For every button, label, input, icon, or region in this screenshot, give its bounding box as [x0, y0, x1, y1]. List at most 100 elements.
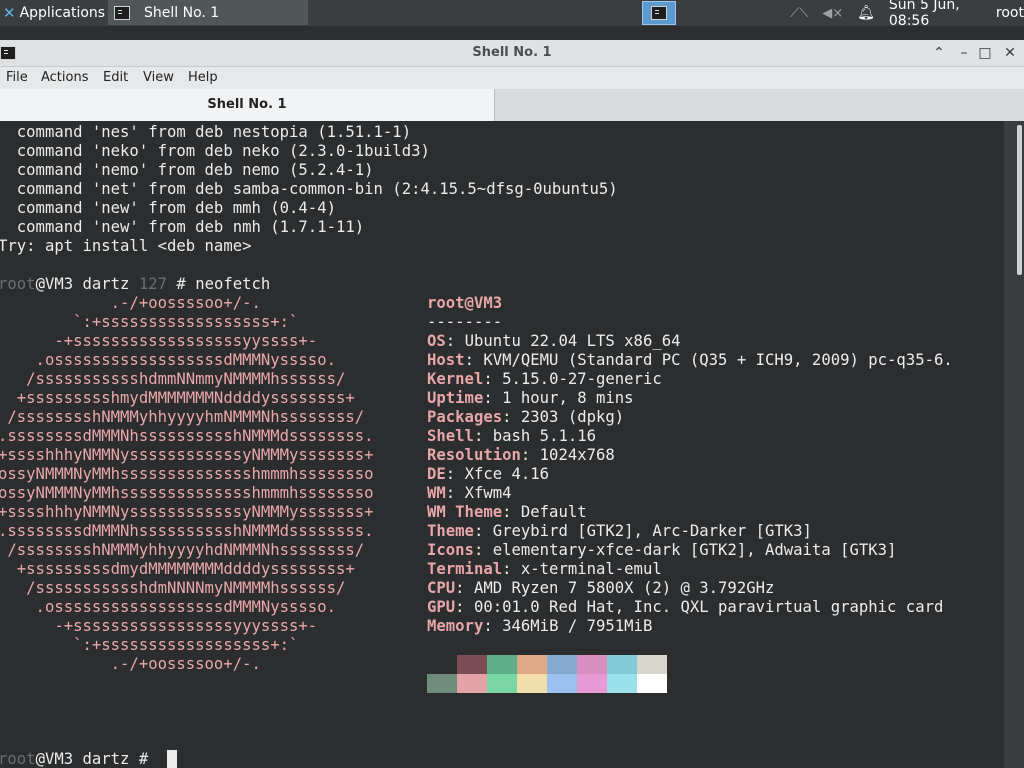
info-colon: : — [473, 522, 493, 540]
palette-swatch — [457, 674, 487, 693]
info-row: Host: KVM/QEMU (Standard PC (Q35 + ICH9,… — [427, 351, 953, 370]
info-colon: : — [483, 389, 503, 407]
neofetch-logo-line: +sssssssssdmydMMMMMMMMddddyssssssss+ — [0, 560, 355, 578]
clock[interactable]: Sun 5 Jun, 08:56 — [889, 0, 984, 29]
info-value: x-terminal-emul — [520, 560, 662, 578]
info-key: Resolution — [427, 446, 521, 464]
neofetch-logo-line: .-/+oossssoo+/-. — [0, 655, 261, 673]
applications-label: Applications — [19, 5, 106, 21]
terminal-line: command 'nes' from deb nestopia (1.51.1-… — [0, 123, 412, 141]
terminal-scrollbar[interactable] — [1004, 121, 1024, 768]
info-key: WM Theme — [427, 503, 503, 521]
info-key: Icons — [427, 541, 474, 559]
menu-view[interactable]: View — [143, 70, 174, 85]
neofetch-logo-line: +ssssssssshmydMMMMMMMNddddyssssssss+ — [0, 389, 355, 407]
info-colon: : — [464, 351, 484, 369]
prompt-command: neofetch — [195, 275, 271, 293]
applications-icon: ✕ — [3, 4, 16, 22]
palette-swatch — [487, 655, 517, 674]
info-value: 00:01.0 Red Hat, Inc. QXL paravirtual gr… — [473, 598, 944, 616]
system-tray: ⟋⟍ ◀× 🔔︎ Sun 5 Jun, 08:56 root — [790, 0, 1024, 29]
info-value: Ubuntu 22.04 LTS x86_64 — [464, 332, 681, 350]
neofetch-logo-line: -+ssssssssssssssssssyyssss+- — [0, 332, 318, 350]
neofetch-logo-line: .ossssssssssssssssssdMMMNysssso. — [0, 351, 336, 369]
info-value: Xfwm4 — [464, 484, 512, 502]
info-key: Kernel — [427, 370, 484, 388]
neofetch-logo-line: .ssssssssdMMMNhsssssssssshNMMMdssssssss. — [0, 522, 374, 540]
volume-muted-icon[interactable]: ◀× — [822, 6, 843, 21]
info-key: Shell — [427, 427, 474, 445]
info-key: WM — [427, 484, 446, 502]
info-colon: : — [473, 541, 493, 559]
neofetch-logo-line: +sssshhhyNMMNyssssssssssssyNMMMysssssss+ — [0, 503, 374, 521]
minimize-icon[interactable]: – — [954, 43, 974, 63]
info-row: Terminal: x-terminal-emul — [427, 560, 662, 579]
info-value: Greybird [GTK2], Arc-Darker [GTK3] — [492, 522, 812, 540]
palette-swatch — [487, 674, 517, 693]
palette-swatch — [607, 674, 637, 693]
applications-menu-button[interactable]: ✕ Applications — [0, 0, 106, 26]
info-key: Uptime — [427, 389, 484, 407]
neofetch-logo-line: `:+ssssssssssssssssss+:` — [0, 636, 299, 654]
scrollbar-thumb[interactable] — [1017, 125, 1022, 275]
menu-actions[interactable]: Actions — [41, 70, 89, 85]
info-value: Default — [520, 503, 587, 521]
info-colon: : — [455, 598, 474, 616]
workspace-switcher[interactable] — [642, 1, 676, 25]
top-panel: ✕ Applications Shell No. 1 ⟋⟍ ◀× 🔔︎ Sun … — [0, 0, 1024, 29]
shade-icon[interactable]: ⌃ — [929, 43, 949, 63]
info-colon: : — [483, 617, 503, 635]
palette-swatch — [547, 655, 577, 674]
prompt-host-path: @VM3 dartz # — [35, 750, 158, 768]
close-icon[interactable]: ✕ — [1000, 43, 1020, 63]
neofetch-logo-line: .ssssssssdMMMNhsssssssssshNMMMdssssssss. — [0, 427, 374, 445]
taskbar-button-shell[interactable]: Shell No. 1 — [108, 0, 308, 25]
prompt-host-path: @VM3 dartz — [35, 275, 139, 293]
info-value: 1 hour, 8 mins — [502, 389, 634, 407]
menu-help[interactable]: Help — [188, 70, 218, 85]
palette-swatch — [607, 655, 637, 674]
info-value: 2303 (dpkg) — [520, 408, 625, 426]
info-row: Memory: 346MiB / 7951MiB — [427, 617, 652, 636]
info-row: Kernel: 5.15.0-27-generic — [427, 370, 662, 389]
info-row: WM: Xfwm4 — [427, 484, 512, 503]
neofetch-logo-line: ossyNMMMNyMMhsssssssssssssshmmmhssssssso — [0, 465, 374, 483]
palette-swatch — [577, 674, 607, 693]
info-value: 1024x768 — [539, 446, 615, 464]
info-value: AMD Ryzen 7 5800X (2) @ 3.792GHz — [473, 579, 775, 597]
maximize-icon[interactable]: □ — [975, 43, 995, 63]
terminal-output[interactable]: command 'nes' from deb nestopia (1.51.1-… — [0, 121, 1004, 768]
notification-bell-icon[interactable]: 🔔︎ — [857, 5, 875, 21]
info-colon: : — [445, 465, 465, 483]
terminal-line: command 'net' from deb samba-common-bin … — [0, 180, 618, 198]
menu-file[interactable]: File — [6, 70, 28, 85]
info-row: CPU: AMD Ryzen 7 5800X (2) @ 3.792GHz — [427, 579, 774, 598]
user-menu[interactable]: root — [996, 5, 1024, 21]
palette-swatch — [547, 674, 577, 693]
terminal-line: command 'nemo' from deb nemo (5.2.4-1) — [0, 161, 374, 179]
menu-edit[interactable]: Edit — [103, 70, 128, 85]
terminal-icon — [114, 5, 130, 20]
neofetch-logo-line: -+sssssssssssssssssyyyssss+- — [0, 617, 318, 635]
info-key: DE — [427, 465, 446, 483]
tab-shell-1[interactable]: Shell No. 1 — [0, 89, 495, 121]
palette-swatch — [577, 655, 607, 674]
info-row: OS: Ubuntu 22.04 LTS x86_64 — [427, 332, 681, 351]
info-row: Theme: Greybird [GTK2], Arc-Darker [GTK3… — [427, 522, 812, 541]
prompt-hash: # — [167, 275, 196, 293]
info-colon: : — [520, 446, 540, 464]
terminal-line: Try: apt install <deb name> — [0, 237, 252, 255]
network-icon[interactable]: ⟋⟍ — [790, 6, 808, 21]
window-titlebar[interactable]: Shell No. 1 ⌃ – □ ✕ — [0, 40, 1024, 67]
info-value: bash 5.1.16 — [492, 427, 597, 445]
info-value: 5.15.0-27-generic — [502, 370, 662, 388]
prompt-user: root — [0, 750, 36, 768]
info-key: Theme — [427, 522, 474, 540]
terminal-line: command 'new' from deb nmh (1.7.1-11) — [0, 218, 365, 236]
tab-bar: Shell No. 1 — [0, 89, 1024, 122]
info-colon: : — [445, 332, 465, 350]
info-row: Icons: elementary-xfce-dark [GTK2], Adwa… — [427, 541, 896, 560]
info-key: Packages — [427, 408, 503, 426]
neofetch-logo-line: `:+ssssssssssssssssss+:` — [0, 313, 299, 331]
info-colon: : — [502, 503, 521, 521]
